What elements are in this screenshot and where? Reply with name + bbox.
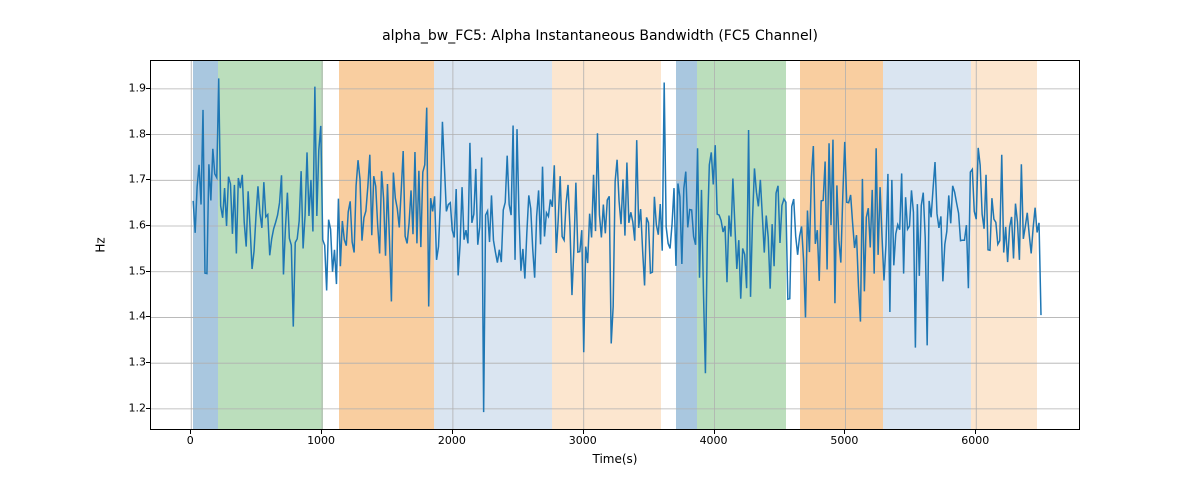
- x-tick-label: 4000: [700, 434, 728, 447]
- x-tick-mark: [452, 430, 453, 434]
- y-tick-mark: [146, 179, 150, 180]
- y-tick-label: 1.5: [118, 264, 146, 277]
- x-tick-label: 1000: [307, 434, 335, 447]
- y-tick-mark: [146, 134, 150, 135]
- y-tick-label: 1.3: [118, 356, 146, 369]
- y-tick-label: 1.2: [118, 401, 146, 414]
- plot-area: [150, 60, 1080, 430]
- y-tick-label: 1.7: [118, 173, 146, 186]
- plot-svg: [151, 61, 1079, 429]
- x-axis-label: Time(s): [150, 452, 1080, 466]
- x-tick-mark: [321, 430, 322, 434]
- figure: alpha_bw_FC5: Alpha Instantaneous Bandwi…: [0, 0, 1200, 500]
- x-tick-mark: [844, 430, 845, 434]
- y-tick-label: 1.6: [118, 219, 146, 232]
- x-tick-mark: [190, 430, 191, 434]
- chart-title: alpha_bw_FC5: Alpha Instantaneous Bandwi…: [0, 28, 1200, 44]
- y-tick-mark: [146, 88, 150, 89]
- x-tick-mark: [714, 430, 715, 434]
- x-tick-label: 0: [187, 434, 194, 447]
- x-tick-mark: [975, 430, 976, 434]
- y-tick-mark: [146, 271, 150, 272]
- x-tick-mark: [583, 430, 584, 434]
- y-tick-mark: [146, 408, 150, 409]
- x-tick-label: 5000: [830, 434, 858, 447]
- x-tick-label: 6000: [961, 434, 989, 447]
- y-tick-label: 1.4: [118, 310, 146, 323]
- x-tick-label: 2000: [438, 434, 466, 447]
- line-series: [193, 78, 1041, 412]
- x-tick-label: 3000: [569, 434, 597, 447]
- y-axis-label: Hz: [92, 60, 110, 430]
- y-tick-mark: [146, 362, 150, 363]
- y-tick-mark: [146, 316, 150, 317]
- y-tick-label: 1.8: [118, 127, 146, 140]
- y-tick-mark: [146, 225, 150, 226]
- y-tick-label: 1.9: [118, 81, 146, 94]
- grid: [151, 61, 1079, 429]
